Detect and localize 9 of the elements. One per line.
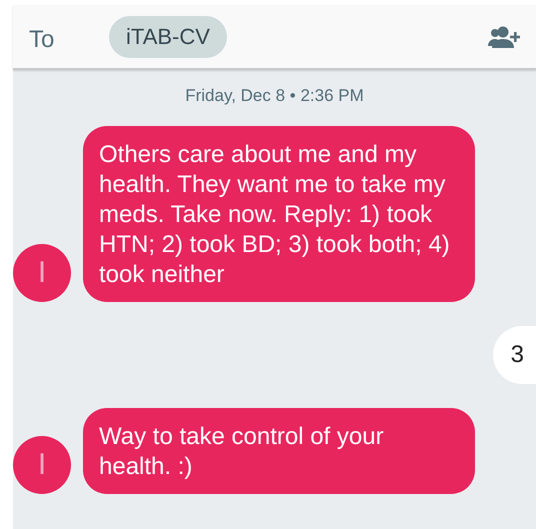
reply-bubble: 3 [492,326,536,384]
message-bubble: Others care about me and my health. They want me to take my meds. Take now. Reply: 1) took HTN; 2) took BD; 3) took both; 4) took neither [83,126,475,302]
add-person-icon[interactable] [488,26,522,48]
recipient-chip[interactable]: iTAB-CV [109,16,227,58]
avatar: I [13,436,71,494]
avatar: I [13,244,71,302]
message-bubble: Way to take control of your health. :) [83,408,475,494]
date-label: Friday, Dec 8 • 2:36 PM [185,86,364,106]
to-label: To [29,26,56,54]
